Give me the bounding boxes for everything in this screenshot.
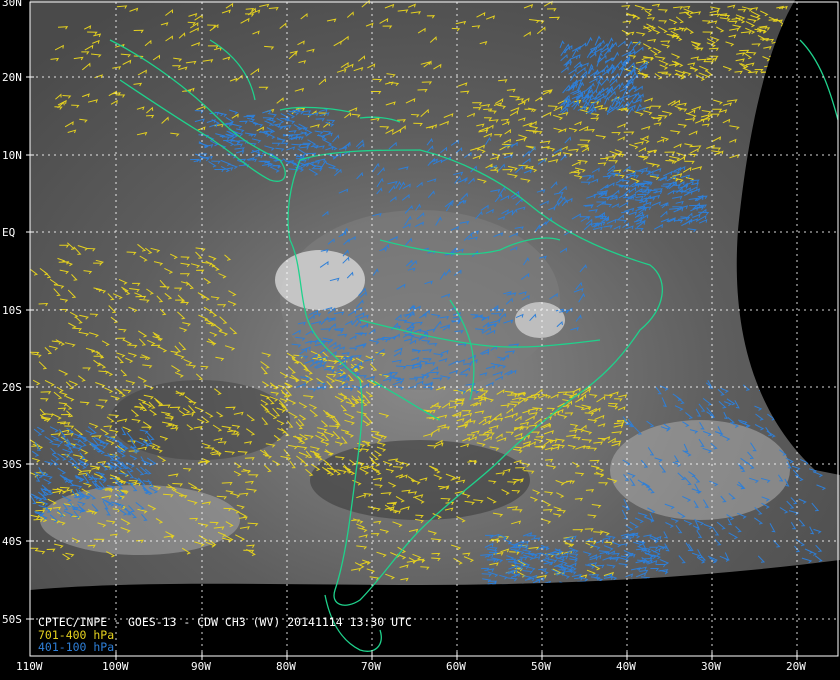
wind-barb [774,56,783,62]
wind-barb [771,62,782,69]
wind-barb [786,27,798,31]
lon-label-80w: 80W [276,660,296,673]
lat-label-20s: 20S [2,381,22,394]
wind-barb [808,42,819,46]
lon-label-60w: 60W [446,660,466,673]
wind-barb [558,584,569,589]
lon-label-110w: 110W [16,660,43,673]
wind-barb [554,583,565,589]
legend-401-100hpa: 401-100 hPa [38,640,115,654]
wind-barb [779,393,787,401]
wind-barb [563,583,573,587]
wind-barb [805,36,815,41]
wind-barb [794,22,804,29]
wind-barb [649,581,660,586]
lon-label-20w: 20W [786,660,806,673]
caption-title: CPTEC/INPE - GOES-13 - CDW CH3 (WV) 2014… [38,615,412,629]
wind-barb [603,583,612,587]
wind-barb [639,577,648,582]
wind-barb [577,580,586,585]
wind-barb [564,582,575,589]
lat-label-50s: 50S [2,613,22,626]
wind-barb [772,409,781,416]
wind-barb [789,38,799,45]
wind-barb [779,62,790,66]
lon-label-30w: 30W [701,660,721,673]
wind-barb [651,581,661,585]
wind-barb [785,428,795,436]
lat-label-20n: 20N [2,71,22,84]
wind-barb [637,582,648,588]
wind-barb [808,414,815,424]
wind-barb [580,584,590,589]
wind-barb [560,581,571,589]
wind-barb [798,57,809,62]
wind-barb [807,10,818,17]
lat-label-40s: 40S [2,535,22,548]
wind-barb [492,583,503,590]
lat-label-30n: 30N [2,0,22,9]
wind-barb [797,33,807,40]
wind-barb [799,67,809,72]
wind-barb [559,582,569,587]
wind-barb [762,388,771,396]
wind-barb [784,59,794,64]
wind-barb [816,401,823,411]
wind-barb [803,10,815,14]
wind-barb [522,583,530,589]
wind-barb [781,25,791,30]
satellite-map [26,0,840,660]
wind-barb [806,18,816,25]
wind-barb [632,583,643,590]
lon-label-40w: 40W [616,660,636,673]
lat-label-eq: EQ [2,226,16,239]
lon-label-50w: 50W [531,660,551,673]
wind-barb [792,61,801,67]
lat-label-10n: 10N [2,149,22,162]
lat-label-30s: 30S [2,458,22,471]
lon-label-100w: 100W [102,660,129,673]
wind-barb [501,583,511,588]
wind-barb [797,47,807,54]
wind-barb [816,397,828,404]
wind-barb [615,582,624,586]
lat-label-10s: 10S [2,304,22,317]
lon-label-90w: 90W [191,660,211,673]
wind-barb [782,39,792,46]
wind-barb [631,578,640,584]
lon-label-70w: 70W [361,660,381,673]
wind-barb [805,17,814,23]
wind-barb [559,581,569,587]
wind-barb [816,7,827,11]
wind-barb [811,27,821,32]
image-caption: CPTEC/INPE - GOES-13 - CDW CH3 (WV) 2014… [38,616,412,654]
wind-barb [814,36,825,40]
wind-barb [812,47,822,51]
